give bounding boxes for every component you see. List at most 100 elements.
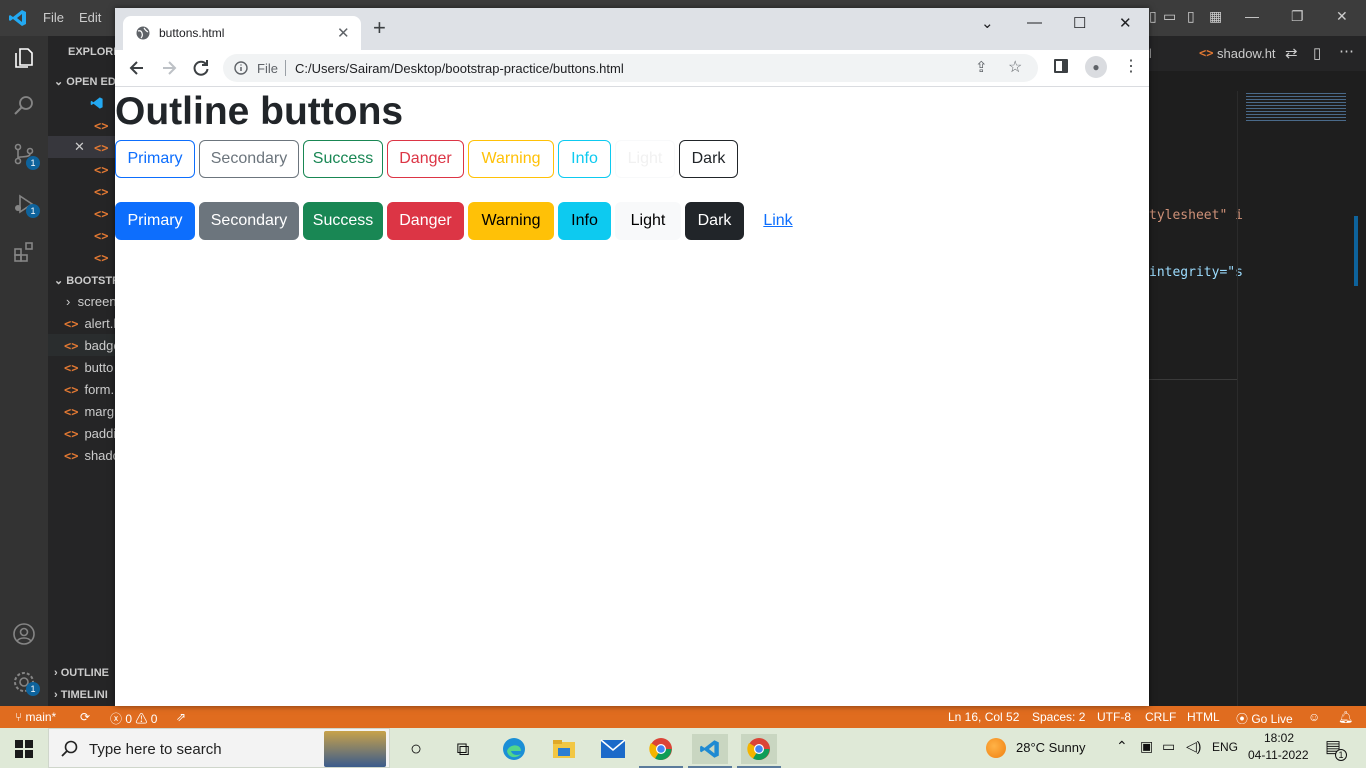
notifications-bell-icon[interactable]: 🔔︎	[1338, 710, 1353, 724]
chrome-menu-icon[interactable]: ⋮	[1123, 56, 1139, 76]
outline-primary-button[interactable]: Primary	[115, 140, 195, 178]
split-editor-icon[interactable]: ▯	[1313, 44, 1321, 62]
reload-icon[interactable]	[191, 58, 211, 78]
bookmark-star-icon[interactable]: ☆	[1008, 57, 1022, 77]
cortana-icon[interactable]: ○	[398, 734, 434, 764]
weather-sun-icon[interactable]	[986, 738, 1006, 758]
forward-arrow-icon[interactable]	[159, 58, 179, 78]
side-panel-icon[interactable]	[1054, 59, 1068, 73]
file-badge[interactable]: <>badge	[64, 338, 115, 353]
scrollbar-thumb[interactable]	[1354, 216, 1358, 286]
file-buttons[interactable]: <> butto	[64, 360, 113, 375]
project-heading[interactable]: ⌄ BOOTSTR	[54, 274, 115, 287]
search-icon[interactable]	[12, 94, 36, 118]
minimap[interactable]	[1237, 91, 1366, 706]
search-magnifier-icon	[61, 740, 78, 757]
warning-button[interactable]: Warning	[468, 202, 554, 240]
vscode-restore-icon[interactable]: ❐	[1291, 8, 1304, 25]
live-share-icon[interactable]: ⇗	[176, 710, 186, 724]
link-button[interactable]: Link	[748, 202, 808, 240]
editor-tab-partial[interactable]: l	[1149, 46, 1152, 61]
outline-success-button[interactable]: Success	[303, 140, 383, 178]
cursor-position[interactable]: Ln 16, Col 52	[948, 710, 1019, 724]
back-arrow-icon[interactable]	[127, 58, 147, 78]
language-mode[interactable]: HTML	[1187, 710, 1220, 724]
battery-icon[interactable]: ▭	[1162, 738, 1175, 755]
share-icon[interactable]: ⇪	[975, 58, 988, 76]
primary-button[interactable]: Primary	[115, 202, 195, 240]
timeline-heading[interactable]: › TIMELINI	[54, 689, 108, 701]
tab-close-icon[interactable]: ✕	[337, 24, 350, 42]
info-button[interactable]: Info	[558, 202, 611, 240]
close-window-icon[interactable]: ✕	[1119, 14, 1132, 32]
address-bar[interactable]: File C:/Users/Sairam/Desktop/bootstrap-p…	[223, 54, 1038, 82]
vscode-close-icon[interactable]: ✕	[1336, 8, 1348, 25]
maximize-icon[interactable]: ☐	[1073, 14, 1086, 32]
feedback-icon[interactable]: ☺	[1308, 710, 1320, 724]
outline-dark-button[interactable]: Dark	[679, 140, 738, 178]
chrome-taskbar-icon[interactable]	[643, 734, 679, 764]
danger-button[interactable]: Danger	[387, 202, 464, 240]
clock-time[interactable]: 18:02	[1264, 731, 1294, 745]
show-hidden-icons-chevron-icon[interactable]: ⌃	[1116, 738, 1128, 755]
clock-date[interactable]: 04-11-2022	[1248, 748, 1309, 762]
profile-avatar-icon[interactable]: ●	[1085, 56, 1107, 78]
file-margin[interactable]: <> margi	[64, 404, 115, 419]
outline-info-button[interactable]: Info	[558, 140, 611, 178]
volume-icon[interactable]: ◁)	[1186, 738, 1201, 755]
taskbar-search-box[interactable]: Type here to search	[48, 728, 390, 768]
mail-icon[interactable]	[595, 734, 631, 764]
weather-text[interactable]: 28°C Sunny	[1016, 740, 1086, 755]
file-shadow[interactable]: <>shado	[64, 448, 115, 463]
menu-file[interactable]: File	[43, 10, 64, 25]
info-icon[interactable]	[234, 61, 248, 75]
vscode-taskbar-icon[interactable]	[692, 734, 728, 764]
file-alert[interactable]: <>alert.h	[64, 316, 115, 331]
encoding[interactable]: UTF-8	[1097, 710, 1131, 724]
input-language[interactable]: ENG	[1212, 740, 1238, 754]
editor-tab-shadow[interactable]: shadow.ht	[1217, 46, 1276, 61]
sidebar-layout-icon[interactable]: ▯	[1187, 8, 1195, 25]
indentation[interactable]: Spaces: 2	[1032, 710, 1085, 724]
outline-warning-button[interactable]: Warning	[468, 140, 554, 178]
sync-icon[interactable]: ⟳	[80, 710, 90, 724]
dark-button[interactable]: Dark	[685, 202, 744, 240]
success-button[interactable]: Success	[303, 202, 383, 240]
file-explorer-icon[interactable]	[546, 734, 582, 764]
chrome-window-taskbar-icon[interactable]	[741, 734, 777, 764]
layout-icon[interactable]: ▯	[1149, 8, 1157, 25]
compare-icon[interactable]: ⇄	[1285, 44, 1298, 62]
chrome-tab[interactable]: buttons.html ✕	[123, 16, 361, 50]
vscode-minimize-icon[interactable]: —	[1245, 8, 1259, 24]
open-editors-heading[interactable]: ⌄ OPEN ED	[54, 75, 115, 88]
new-tab-icon[interactable]: +	[373, 17, 386, 39]
windows-start-icon[interactable]	[15, 740, 33, 758]
url-text[interactable]: C:/Users/Sairam/Desktop/bootstrap-practi…	[295, 61, 624, 76]
file-padding[interactable]: <> paddi	[64, 426, 115, 441]
account-icon[interactable]	[12, 622, 36, 646]
task-view-icon[interactable]: ⧉	[445, 734, 481, 764]
explorer-icon[interactable]	[12, 46, 36, 70]
problems-indicator[interactable]: ⓧ 0 ⚠ 0	[110, 710, 157, 727]
close-editor-icon[interactable]: ✕	[74, 139, 85, 155]
minimize-icon[interactable]: —	[1027, 14, 1042, 31]
outline-secondary-button[interactable]: Secondary	[199, 140, 299, 178]
light-button[interactable]: Light	[615, 202, 681, 240]
customize-layout-icon[interactable]: ▦	[1209, 8, 1222, 25]
file-form[interactable]: <>form.h	[64, 382, 115, 397]
secondary-button[interactable]: Secondary	[199, 202, 299, 240]
meet-now-icon[interactable]: ▣	[1140, 738, 1153, 755]
go-live-button[interactable]: ⦿ Go Live	[1236, 710, 1293, 727]
more-actions-icon[interactable]: ⋯	[1339, 42, 1354, 60]
outline-heading[interactable]: › OUTLINE	[54, 667, 109, 679]
branch-indicator[interactable]: ⑂ main*	[15, 710, 56, 724]
menu-edit[interactable]: Edit	[79, 10, 101, 25]
line-ending[interactable]: CRLF	[1145, 710, 1176, 724]
tab-search-chevron-icon[interactable]: ⌄	[981, 14, 994, 32]
panel-layout-icon[interactable]: ▭	[1163, 8, 1176, 25]
folder-screen[interactable]: › screen	[66, 294, 115, 309]
extensions-icon[interactable]	[12, 240, 36, 264]
outline-danger-button[interactable]: Danger	[387, 140, 464, 178]
edge-icon[interactable]	[496, 734, 532, 764]
outline-light-button[interactable]: Light	[615, 140, 675, 178]
